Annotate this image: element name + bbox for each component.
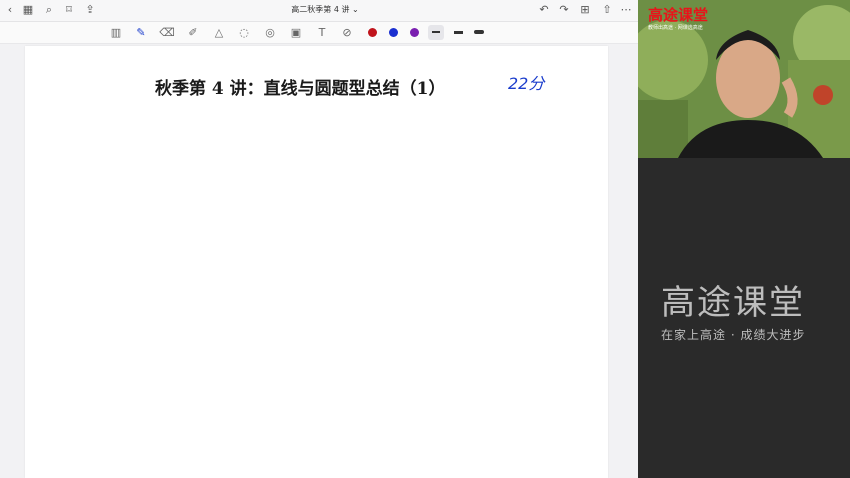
notes-app: ‹ ▦ ⌕ ⌑ ⇪ 高二秋季第 4 讲 ⌄ ↶ ↷ ⊞ ⇧ ⋯ ▥ ✎ ⌫ ✐ … — [0, 0, 638, 478]
sticker-icon[interactable]: ◎ — [262, 25, 278, 40]
panel-brand-text: 高途课堂 — [661, 283, 805, 323]
laser-icon[interactable]: ⊘ — [339, 25, 355, 40]
search-icon[interactable]: ⌕ — [42, 3, 56, 17]
medium-stroke-button[interactable] — [450, 25, 466, 40]
document-title[interactable]: 高二秋季第 4 讲 ⌄ — [270, 4, 380, 15]
text-icon[interactable]: T — [314, 25, 330, 40]
color-blue-swatch[interactable] — [389, 28, 398, 37]
brand-panel: 高途课堂 在家上高途 · 成绩大进步 — [638, 158, 850, 478]
eraser-icon[interactable]: ⌫ — [159, 25, 175, 40]
drawing-toolbar: ▥ ✎ ⌫ ✐ △ ◌ ◎ ▣ T ⊘ — [0, 22, 638, 44]
add-page-icon[interactable]: ⊞ — [578, 3, 592, 17]
color-red-swatch[interactable] — [368, 28, 377, 37]
redo-icon[interactable]: ↷ — [557, 3, 571, 17]
grid-icon[interactable]: ▦ — [21, 3, 35, 17]
thin-stroke-button[interactable] — [428, 25, 444, 40]
more-icon[interactable]: ⋯ — [619, 3, 633, 17]
chevron-left-icon[interactable]: ‹ — [3, 3, 17, 17]
brand-logo: 高途课堂 — [648, 6, 709, 24]
bookmark-icon[interactable]: ⌑ — [62, 3, 76, 17]
note-page[interactable]: 秋季第 4 讲：直线与圆题型总结（1） 22分 — [25, 46, 608, 478]
brand-tagline: 教师出高途 · 网课选高途 — [648, 25, 703, 31]
thick-stroke-button[interactable] — [471, 25, 487, 40]
teacher-video: 高途课堂 教师出高途 · 网课选高途 — [638, 0, 850, 158]
image-icon[interactable]: ▣ — [288, 25, 304, 40]
export-icon[interactable]: ⇧ — [600, 3, 614, 17]
highlighter-icon[interactable]: ✐ — [185, 25, 201, 40]
share-icon[interactable]: ⇪ — [83, 3, 97, 17]
color-purple-swatch[interactable] — [410, 28, 419, 37]
handwritten-annotation: 22分 — [508, 74, 545, 93]
lasso-icon[interactable]: ◌ — [236, 25, 252, 40]
shapes-icon[interactable]: △ — [211, 25, 227, 40]
pen-icon[interactable]: ✎ — [133, 25, 149, 40]
undo-icon[interactable]: ↶ — [537, 3, 551, 17]
top-bar: ‹ ▦ ⌕ ⌑ ⇪ 高二秋季第 4 讲 ⌄ ↶ ↷ ⊞ ⇧ ⋯ — [0, 0, 638, 22]
panel-slogan: 在家上高途 · 成绩大进步 — [661, 328, 806, 342]
page-title: 秋季第 4 讲：直线与圆题型总结（1） — [155, 79, 446, 99]
read-mode-icon[interactable]: ▥ — [108, 25, 124, 40]
